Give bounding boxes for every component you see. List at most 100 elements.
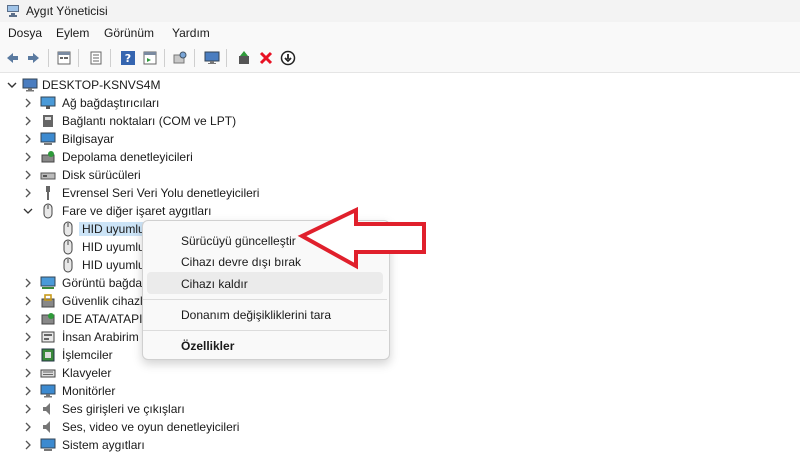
speaker-icon — [43, 421, 50, 433]
tree-item-system-devices[interactable]: Sistem aygıtları — [0, 436, 800, 454]
disk-drive-icon — [40, 172, 56, 180]
chevron-right-icon[interactable] — [22, 439, 34, 451]
tree-item-label: HID uyumlu — [79, 222, 148, 236]
menu-separator — [143, 330, 387, 331]
tree-item-label: Görüntü bağda — [62, 276, 143, 290]
human-interface-icon — [41, 331, 55, 343]
menu-bar: Dosya Eylem Görünüm Yardım — [0, 22, 800, 44]
chevron-down-icon[interactable] — [22, 205, 34, 217]
speaker-icon — [43, 403, 50, 415]
tree-root-label: DESKTOP-KSNVS4M — [42, 78, 161, 92]
menu-item-label: Sürücüyü güncelleştir — [181, 234, 296, 248]
tree-item-display-adapters[interactable]: Görüntü bağda — [0, 274, 800, 292]
tree-item-disk-drives[interactable]: Disk sürücüleri — [0, 166, 800, 184]
tree-item-ide-controllers[interactable]: IDE ATA/ATAPI d — [0, 310, 800, 328]
tree-item-label: Bağlantı noktaları (COM ve LPT) — [62, 114, 237, 128]
keyboard-icon — [40, 369, 56, 378]
chevron-right-icon[interactable] — [22, 421, 34, 433]
chevron-right-icon[interactable] — [22, 313, 34, 325]
tree-item-label: Ses, video ve oyun denetleyicileri — [62, 420, 240, 434]
computer-icon — [40, 132, 56, 145]
tree-item-hid[interactable]: İnsan Arabirim — [0, 328, 800, 346]
title-bar: Aygıt Yöneticisi — [0, 0, 800, 22]
display-adapter-icon — [40, 276, 56, 289]
tree-item-label: Bilgisayar — [62, 132, 115, 146]
menu-action[interactable]: Eylem — [54, 26, 91, 40]
tree-item-security-devices[interactable]: Güvenlik cihazl — [0, 292, 800, 310]
monitor-icon — [40, 384, 56, 398]
tree-item-monitors[interactable]: Monitörler — [0, 382, 800, 400]
toolbar-separator — [164, 49, 165, 67]
tree-item-storage-controllers[interactable]: Depolama denetleyicileri — [0, 148, 800, 166]
tree-item-audio-io[interactable]: Ses girişleri ve çıkışları — [0, 400, 800, 418]
chevron-right-icon[interactable] — [22, 331, 34, 343]
chevron-right-icon[interactable] — [22, 133, 34, 145]
tree-item-processors[interactable]: İşlemciler — [0, 346, 800, 364]
chevron-down-icon[interactable] — [6, 79, 18, 91]
tree-item-network-adapters[interactable]: Ağ bağdaştırıcıları — [0, 94, 800, 112]
processor-icon — [41, 348, 55, 362]
port-icon — [43, 115, 53, 127]
network-adapter-icon — [40, 96, 56, 109]
mouse-icon — [63, 221, 73, 237]
scan-button[interactable] — [170, 48, 190, 68]
menu-separator — [143, 299, 387, 300]
remove-icon — [259, 51, 273, 65]
view-button[interactable] — [86, 48, 106, 68]
chevron-right-icon[interactable] — [22, 187, 34, 199]
scan-hardware-menu-item[interactable]: Donanım değişikliklerini tara — [147, 303, 383, 325]
uninstall-device-menu-item[interactable]: Cihazı kaldır — [147, 272, 383, 294]
chevron-right-icon[interactable] — [22, 349, 34, 361]
tree-item-label: Ağ bağdaştırıcıları — [62, 96, 160, 110]
tree-item-label: Disk sürücüleri — [62, 168, 141, 182]
chevron-right-icon[interactable] — [22, 277, 34, 289]
remove-device-button[interactable] — [256, 48, 276, 68]
monitor-button[interactable] — [202, 48, 222, 68]
properties-menu-item[interactable]: Özellikler — [147, 334, 383, 356]
menu-item-label: Cihazı devre dışı bırak — [181, 255, 302, 269]
menu-view[interactable]: Görünüm — [102, 26, 156, 40]
toolbar-separator — [194, 49, 195, 67]
toolbar-separator — [48, 49, 49, 67]
chevron-right-icon[interactable] — [22, 169, 34, 181]
back-icon — [7, 53, 18, 63]
mouse-icon — [63, 257, 73, 273]
computer-icon — [22, 78, 38, 92]
usb-icon — [46, 186, 50, 200]
list-button[interactable] — [140, 48, 160, 68]
chevron-right-icon[interactable] — [22, 295, 34, 307]
tree-root[interactable]: DESKTOP-KSNVS4M — [0, 76, 800, 94]
tree-item-usb-controllers[interactable]: Evrensel Seri Veri Yolu denetleyicileri — [0, 184, 800, 202]
disable-device-button[interactable] — [278, 48, 298, 68]
tree-item-keyboards[interactable]: Klavyeler — [0, 364, 800, 382]
menu-help[interactable]: Yardım — [170, 26, 212, 40]
chevron-right-icon[interactable] — [22, 385, 34, 397]
chevron-right-icon[interactable] — [22, 115, 34, 127]
chevron-right-icon[interactable] — [22, 367, 34, 379]
help-button[interactable]: ? — [118, 48, 138, 68]
tree-item-ports[interactable]: Bağlantı noktaları (COM ve LPT) — [0, 112, 800, 130]
tree-item-computer[interactable]: Bilgisayar — [0, 130, 800, 148]
monitor-icon — [204, 51, 220, 64]
chevron-right-icon[interactable] — [22, 97, 34, 109]
forward-button[interactable] — [24, 48, 44, 68]
chevron-right-icon[interactable] — [22, 403, 34, 415]
update-driver-icon — [239, 51, 249, 64]
device-manager-icon — [7, 5, 19, 17]
menu-file[interactable]: Dosya — [6, 26, 44, 40]
chevron-right-icon[interactable] — [22, 151, 34, 163]
view-icon — [90, 51, 102, 65]
svg-text:?: ? — [125, 52, 131, 65]
tree-item-label: Fare ve diğer işaret aygıtları — [62, 204, 212, 218]
annotation-arrow-icon — [297, 206, 426, 270]
properties-button[interactable] — [54, 48, 74, 68]
storage-controller-icon — [41, 151, 55, 163]
tree-item-label: Evrensel Seri Veri Yolu denetleyicileri — [62, 186, 260, 200]
tree-item-sound-video-game[interactable]: Ses, video ve oyun denetleyicileri — [0, 418, 800, 436]
tree-item-label: Depolama denetleyicileri — [62, 150, 193, 164]
back-button[interactable] — [2, 48, 22, 68]
tree-item-label: İşlemciler — [62, 348, 113, 362]
menu-item-label: Cihazı kaldır — [181, 277, 248, 291]
tree-item-label: Monitörler — [62, 384, 116, 398]
update-driver-button[interactable] — [234, 48, 254, 68]
